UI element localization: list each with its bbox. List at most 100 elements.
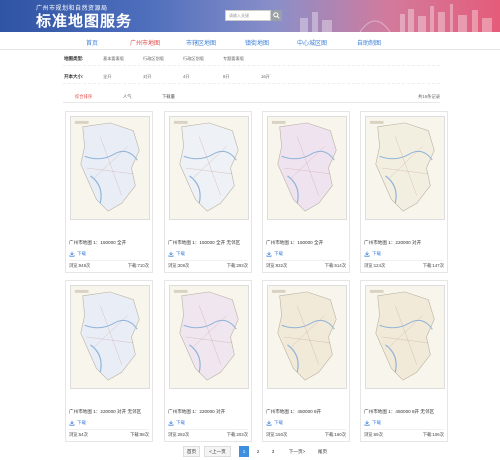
map-thumbnail[interactable]: [169, 285, 249, 389]
map-thumbnail[interactable]: [267, 116, 347, 220]
sort-popularity[interactable]: 人气: [123, 94, 132, 100]
filter-option[interactable]: 行政区划版: [143, 56, 164, 62]
map-thumbnail[interactable]: [70, 116, 150, 220]
map-card[interactable]: 广州市地图 1：450000 8开 下载 浏览:150次 下载:160次: [262, 280, 350, 442]
filter-map-type-label: 地图类型:: [64, 56, 84, 61]
card-title[interactable]: 广州市地图 1：220000 对开: [364, 240, 448, 246]
card-title[interactable]: 广州市地图 1：150000 全开: [69, 240, 153, 246]
filter-option[interactable]: 对开: [143, 74, 151, 80]
card-title[interactable]: 广州市地图 1：220000 对开 无邻区: [69, 409, 153, 415]
card-title[interactable]: 广州市地图 1：220000 对开: [168, 409, 252, 415]
filter-option[interactable]: 16开: [261, 74, 270, 80]
page-prev-button[interactable]: <上一页: [204, 446, 231, 457]
download-icon: [364, 251, 370, 257]
card-divider: [69, 429, 149, 430]
download-button[interactable]: 下载: [266, 419, 283, 426]
search-icon: [273, 12, 280, 19]
card-title[interactable]: 广州市地图 1：150000 全开 无邻区: [168, 240, 252, 246]
map-card[interactable]: 广州市地图 1：150000 全开 下载浏览:948次 下载:710次: [65, 111, 153, 273]
header-banner: 广州市规划和自然资源局 标准地图服务 请输入关键: [0, 0, 500, 32]
map-thumbnail-image: [170, 286, 248, 388]
page-2-button[interactable]: 2: [253, 446, 263, 457]
download-button[interactable]: 下载: [69, 419, 86, 426]
card-divider: [266, 260, 346, 261]
map-thumbnail[interactable]: [365, 116, 445, 220]
map-card[interactable]: 广州市地图 1：150000 全开下载浏览:932次 下载:614次: [262, 111, 350, 273]
view-count: 浏览:948次: [69, 263, 91, 268]
page-3-button[interactable]: 3: [268, 446, 278, 457]
download-label: 下载: [372, 250, 381, 256]
nav-home[interactable]: 首页: [86, 38, 98, 47]
sort-comprehensive[interactable]: 综合排序: [75, 94, 92, 100]
filter-option[interactable]: 基本要素版: [103, 56, 124, 62]
view-count: 浏览:932次: [266, 263, 288, 268]
map-thumbnail[interactable]: [365, 285, 445, 389]
card-title[interactable]: 广州市地图 1：150000 全开: [266, 240, 350, 246]
map-thumbnail[interactable]: [70, 285, 150, 389]
download-button[interactable]: 下载: [168, 250, 185, 257]
map-card[interactable]: 广州市地图 1：450000 8开 无邻区 下载 浏览:69次 下载:106次: [360, 280, 448, 442]
filter-map-type: 地图类型: 基本要素版 行政区划版 行政区划版 专题要素版: [63, 52, 440, 66]
nav-district-map[interactable]: 市辖区地图: [186, 38, 216, 47]
filter-size-label: 开本大小:: [64, 74, 84, 79]
nav-guangzhou-map[interactable]: 广州市地图: [130, 38, 160, 47]
download-count: 下载:147次: [422, 263, 444, 268]
map-thumbnail-image: [268, 117, 346, 219]
nav-custom-map[interactable]: 自助制图: [357, 38, 381, 47]
filter-option[interactable]: 行政区划版: [183, 56, 204, 62]
map-card[interactable]: 广州市地图 1：150000 全开 无邻区 下载 浏览:308次 下载:293次: [164, 111, 252, 273]
download-icon: [69, 251, 75, 257]
download-button[interactable]: 下载: [364, 250, 381, 257]
card-title[interactable]: 广州市地图 1：450000 8开 无邻区: [364, 409, 448, 415]
card-title[interactable]: 广州市地图 1：450000 8开: [266, 409, 350, 415]
map-card[interactable]: 广州市地图 1：220000 对开 无邻区 下载 浏览:54次 下载:98次: [65, 280, 153, 442]
main-nav: 首页 广州市地图 市辖区地图 镇街地图 中心城区图 自助制图: [0, 33, 500, 50]
download-button[interactable]: 下载: [69, 250, 86, 257]
download-label: 下载: [274, 250, 283, 256]
download-count: 下载:614次: [324, 263, 346, 268]
page-last-button[interactable]: 尾页: [315, 446, 330, 457]
filter-option[interactable]: 4开: [183, 74, 190, 80]
download-label: 下载: [274, 419, 283, 425]
download-count: 下载:98次: [130, 432, 149, 437]
view-count: 浏览:69次: [364, 432, 383, 437]
search-input[interactable]: 请输入关键: [225, 10, 271, 21]
download-button[interactable]: 下载: [266, 250, 283, 257]
filter-option[interactable]: 全开: [103, 74, 111, 80]
view-count: 浏览:308次: [168, 263, 190, 268]
page-next-button[interactable]: 下一页>: [284, 446, 310, 457]
download-icon: [168, 420, 174, 426]
map-thumbnail-image: [71, 286, 149, 388]
map-thumbnail[interactable]: [169, 116, 249, 220]
page-first-button[interactable]: 首页: [183, 446, 200, 457]
map-thumbnail[interactable]: [267, 285, 347, 389]
card-divider: [168, 429, 248, 430]
download-icon: [266, 420, 272, 426]
page-1-button[interactable]: 1: [239, 446, 249, 457]
filter-option[interactable]: 8开: [223, 74, 230, 80]
filter-option[interactable]: 专题要素版: [223, 56, 244, 62]
view-count: 浏览:124次: [364, 263, 386, 268]
sort-bar: 综合排序 人气 下载量 共16条记录: [63, 90, 440, 103]
nav-town-map[interactable]: 镇街地图: [245, 38, 269, 47]
map-thumbnail-image: [268, 286, 346, 388]
map-thumbnail-image: [170, 117, 248, 219]
search-button[interactable]: [271, 10, 282, 21]
download-button[interactable]: 下载: [168, 419, 185, 426]
download-count: 下载:710次: [127, 263, 149, 268]
map-card[interactable]: 广州市地图 1：220000 对开下载浏览:124次 下载:147次: [360, 111, 448, 273]
sort-downloads[interactable]: 下载量: [162, 94, 175, 100]
download-icon: [69, 420, 75, 426]
card-divider: [168, 260, 248, 261]
map-card[interactable]: 广州市地图 1：220000 对开 下载 浏览:282次 下载:203次: [164, 280, 252, 442]
download-button[interactable]: 下载: [364, 419, 381, 426]
record-count: 共16条记录: [418, 94, 440, 99]
view-count: 浏览:282次: [168, 432, 190, 437]
map-thumbnail-image: [366, 286, 444, 388]
download-icon: [266, 251, 272, 257]
pagination: 首页 <上一页 1 2 3 下一页> 尾页: [0, 446, 500, 458]
filter-size: 开本大小: 全开 对开 4开 8开 16开: [63, 70, 440, 84]
map-thumbnail-image: [71, 117, 149, 219]
map-thumbnail-image: [366, 117, 444, 219]
nav-center-city-map[interactable]: 中心城区图: [297, 38, 327, 47]
